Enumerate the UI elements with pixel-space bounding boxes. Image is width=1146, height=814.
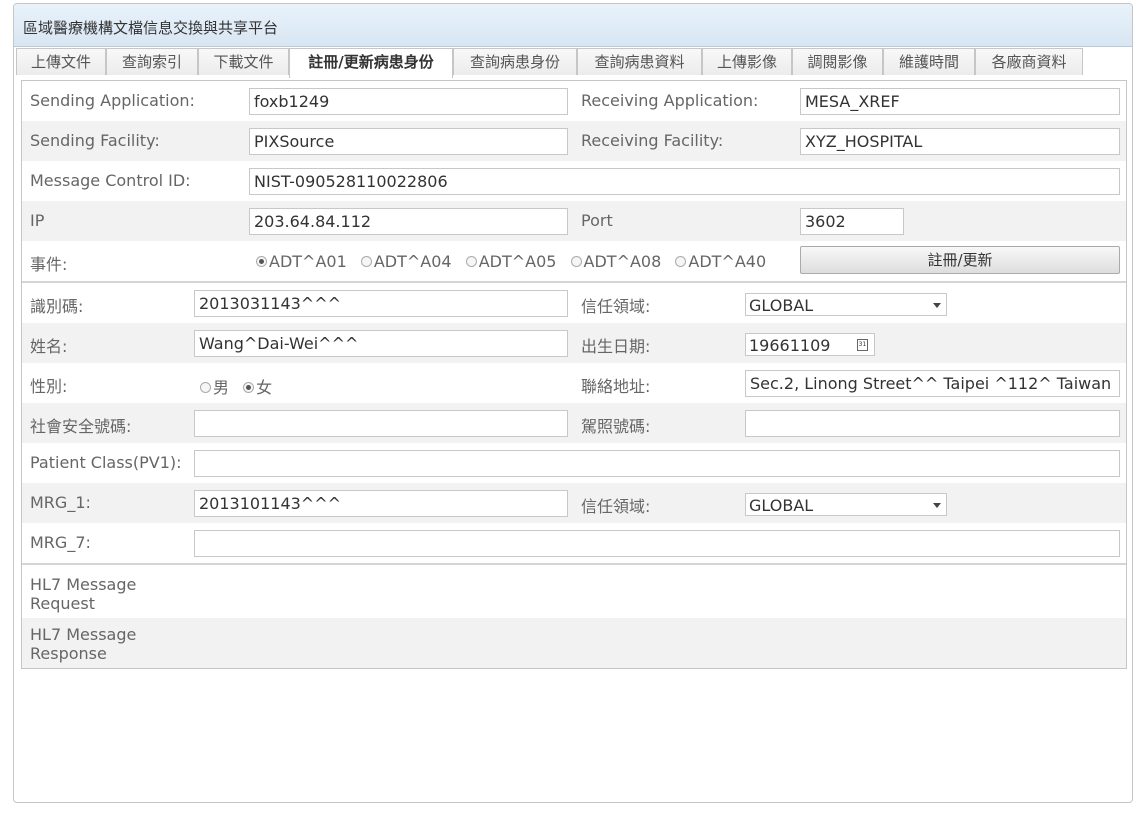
tab-view-image[interactable]: 調閱影像 — [792, 48, 883, 75]
mrg7-label: MRG_7: — [30, 533, 91, 552]
row-patient-id: 識別碼: 2013031143^^^ 信任領域: GLOBAL — [22, 283, 1126, 323]
row-mrg1: MRG_1: 2013101143^^^ 信任領域: GLOBAL — [22, 483, 1126, 523]
event-radio-group: ADT^A01 ADT^A04 ADT^A05 ADT^A08 ADT^A40 — [256, 252, 775, 271]
row-application: Sending Application: foxb1249 Receiving … — [22, 81, 1126, 121]
main-window: 區域醫療機構文檔信息交換與共享平台 上傳文件 查詢索引 下載文件 註冊/更新病患… — [13, 3, 1133, 803]
event-radio-a05[interactable] — [465, 255, 477, 267]
receiving-facility-label: Receiving Facility: — [581, 131, 724, 150]
hl7-request-output — [188, 568, 1126, 618]
ip-field[interactable]: 203.64.84.112 — [249, 208, 568, 235]
trust-domain-value: GLOBAL — [749, 296, 814, 315]
tab-maintenance-time[interactable]: 維護時間 — [883, 48, 975, 75]
row-hl7-response: HL7 Message Response — [22, 618, 1126, 668]
patient-id-field[interactable]: 2013031143^^^ — [194, 290, 568, 317]
ssn-label: 社會安全號碼: — [30, 417, 132, 436]
title-bar: 區域醫療機構文檔信息交換與共享平台 — [14, 4, 1132, 47]
tab-upload-image[interactable]: 上傳影像 — [702, 48, 792, 75]
tab-download-document[interactable]: 下載文件 — [198, 48, 289, 75]
row-hl7-request: HL7 Message Request — [22, 568, 1126, 618]
trust-domain-select[interactable]: GLOBAL — [745, 293, 947, 316]
event-radio-a40[interactable] — [675, 255, 687, 267]
tab-upload-document[interactable]: 上傳文件 — [16, 48, 106, 75]
license-label: 駕照號碼: — [581, 417, 651, 436]
row-facility: Sending Facility: PIXSource Receiving Fa… — [22, 121, 1126, 161]
row-mrg7: MRG_7: — [22, 523, 1126, 563]
sending-application-label: Sending Application: — [30, 91, 195, 110]
sex-label-female: 女 — [256, 378, 273, 397]
sending-facility-field[interactable]: PIXSource — [249, 128, 568, 155]
ip-label: IP — [30, 211, 45, 230]
receiving-facility-field[interactable]: XYZ_HOSPITAL — [800, 128, 1120, 155]
hl7-response-output — [188, 618, 1126, 668]
event-label-a05: ADT^A05 — [478, 252, 557, 271]
tab-query-patient-identity[interactable]: 查詢病患身份 — [453, 48, 577, 75]
mrg1-label: MRG_1: — [30, 493, 91, 512]
address-field[interactable]: Sec.2, Linong Street^^ Taipei ^112^ Taiw… — [745, 370, 1120, 397]
mrg7-field[interactable] — [194, 530, 1120, 557]
tab-strip: 上傳文件 查詢索引 下載文件 註冊/更新病患身份 查詢病患身份 查詢病患資料 上… — [14, 48, 1132, 78]
event-radio-a04[interactable] — [360, 255, 372, 267]
sex-label-male: 男 — [213, 378, 230, 397]
register-update-button[interactable]: 註冊/更新 — [800, 246, 1120, 274]
port-label: Port — [581, 211, 613, 230]
port-field[interactable]: 3602 — [800, 208, 904, 235]
dob-label: 出生日期: — [581, 337, 651, 356]
dob-value: 19661109 — [749, 336, 831, 355]
tab-query-patient-data[interactable]: 查詢病患資料 — [577, 48, 702, 75]
sex-radio-male[interactable] — [200, 381, 211, 393]
row-name-dob: 姓名: Wang^Dai-Wei^^^ 出生日期: 19661109 31 — [22, 323, 1126, 363]
patient-id-label: 識別碼: — [30, 297, 84, 316]
ssn-field[interactable] — [194, 410, 568, 437]
trust-domain-label: 信任領域: — [581, 297, 651, 316]
event-label-a04: ADT^A04 — [373, 252, 452, 271]
row-sex-address: 性別: 男 女 聯絡地址: Sec.2, Linong Street^^ Tai… — [22, 363, 1126, 403]
receiving-application-label: Receiving Application: — [581, 91, 759, 110]
chevron-down-icon — [933, 303, 941, 308]
tab-register-patient[interactable]: 註冊/更新病患身份 — [289, 48, 453, 78]
receiving-application-field[interactable]: MESA_XREF — [800, 88, 1120, 115]
app-title: 區域醫療機構文檔信息交換與共享平台 — [23, 19, 279, 37]
event-label-a40: ADT^A40 — [688, 252, 767, 271]
dob-field[interactable]: 19661109 31 — [745, 333, 875, 356]
mrg1-trust-domain-value: GLOBAL — [749, 496, 814, 515]
row-ip-port: IP 203.64.84.112 Port 3602 — [22, 201, 1126, 241]
tab-query-index[interactable]: 查詢索引 — [106, 48, 198, 75]
row-patient-class: Patient Class(PV1): — [22, 443, 1126, 483]
sex-radio-group: 男 女 — [200, 374, 281, 398]
event-label-a08: ADT^A08 — [583, 252, 662, 271]
address-label: 聯絡地址: — [581, 377, 651, 396]
calendar-icon[interactable]: 31 — [857, 339, 868, 351]
message-control-id-field[interactable]: NIST-090528110022806 — [249, 168, 1120, 195]
row-event: 事件: ADT^A01 ADT^A04 ADT^A05 ADT^A08 ADT^… — [22, 241, 1126, 281]
patient-class-field[interactable] — [194, 450, 1120, 477]
sex-label: 性別: — [30, 377, 68, 396]
row-message-control: Message Control ID: NIST-090528110022806 — [22, 161, 1126, 201]
section-divider — [22, 563, 1126, 565]
hl7-response-label: HL7 Message Response — [30, 625, 137, 663]
name-field[interactable]: Wang^Dai-Wei^^^ — [194, 330, 568, 357]
hl7-request-label: HL7 Message Request — [30, 575, 137, 613]
patient-class-label: Patient Class(PV1): — [30, 453, 182, 472]
sending-facility-label: Sending Facility: — [30, 131, 160, 150]
tab-vendor-data[interactable]: 各廠商資料 — [975, 48, 1083, 75]
mrg1-trust-domain-select[interactable]: GLOBAL — [745, 493, 947, 516]
license-field[interactable] — [745, 410, 1120, 437]
event-label: 事件: — [30, 255, 68, 274]
event-radio-a01[interactable] — [256, 255, 267, 267]
mrg1-field[interactable]: 2013101143^^^ — [194, 490, 568, 517]
chevron-down-icon — [933, 503, 941, 508]
row-ssn-license: 社會安全號碼: 駕照號碼: — [22, 403, 1126, 443]
name-label: 姓名: — [30, 337, 68, 356]
event-label-a01: ADT^A01 — [269, 252, 347, 271]
register-form: Sending Application: foxb1249 Receiving … — [21, 80, 1127, 669]
event-radio-a08[interactable] — [570, 255, 582, 267]
sex-radio-female[interactable] — [243, 381, 255, 393]
sending-application-field[interactable]: foxb1249 — [249, 88, 568, 115]
message-control-id-label: Message Control ID: — [30, 171, 191, 190]
mrg1-trust-domain-label: 信任領域: — [581, 497, 651, 516]
